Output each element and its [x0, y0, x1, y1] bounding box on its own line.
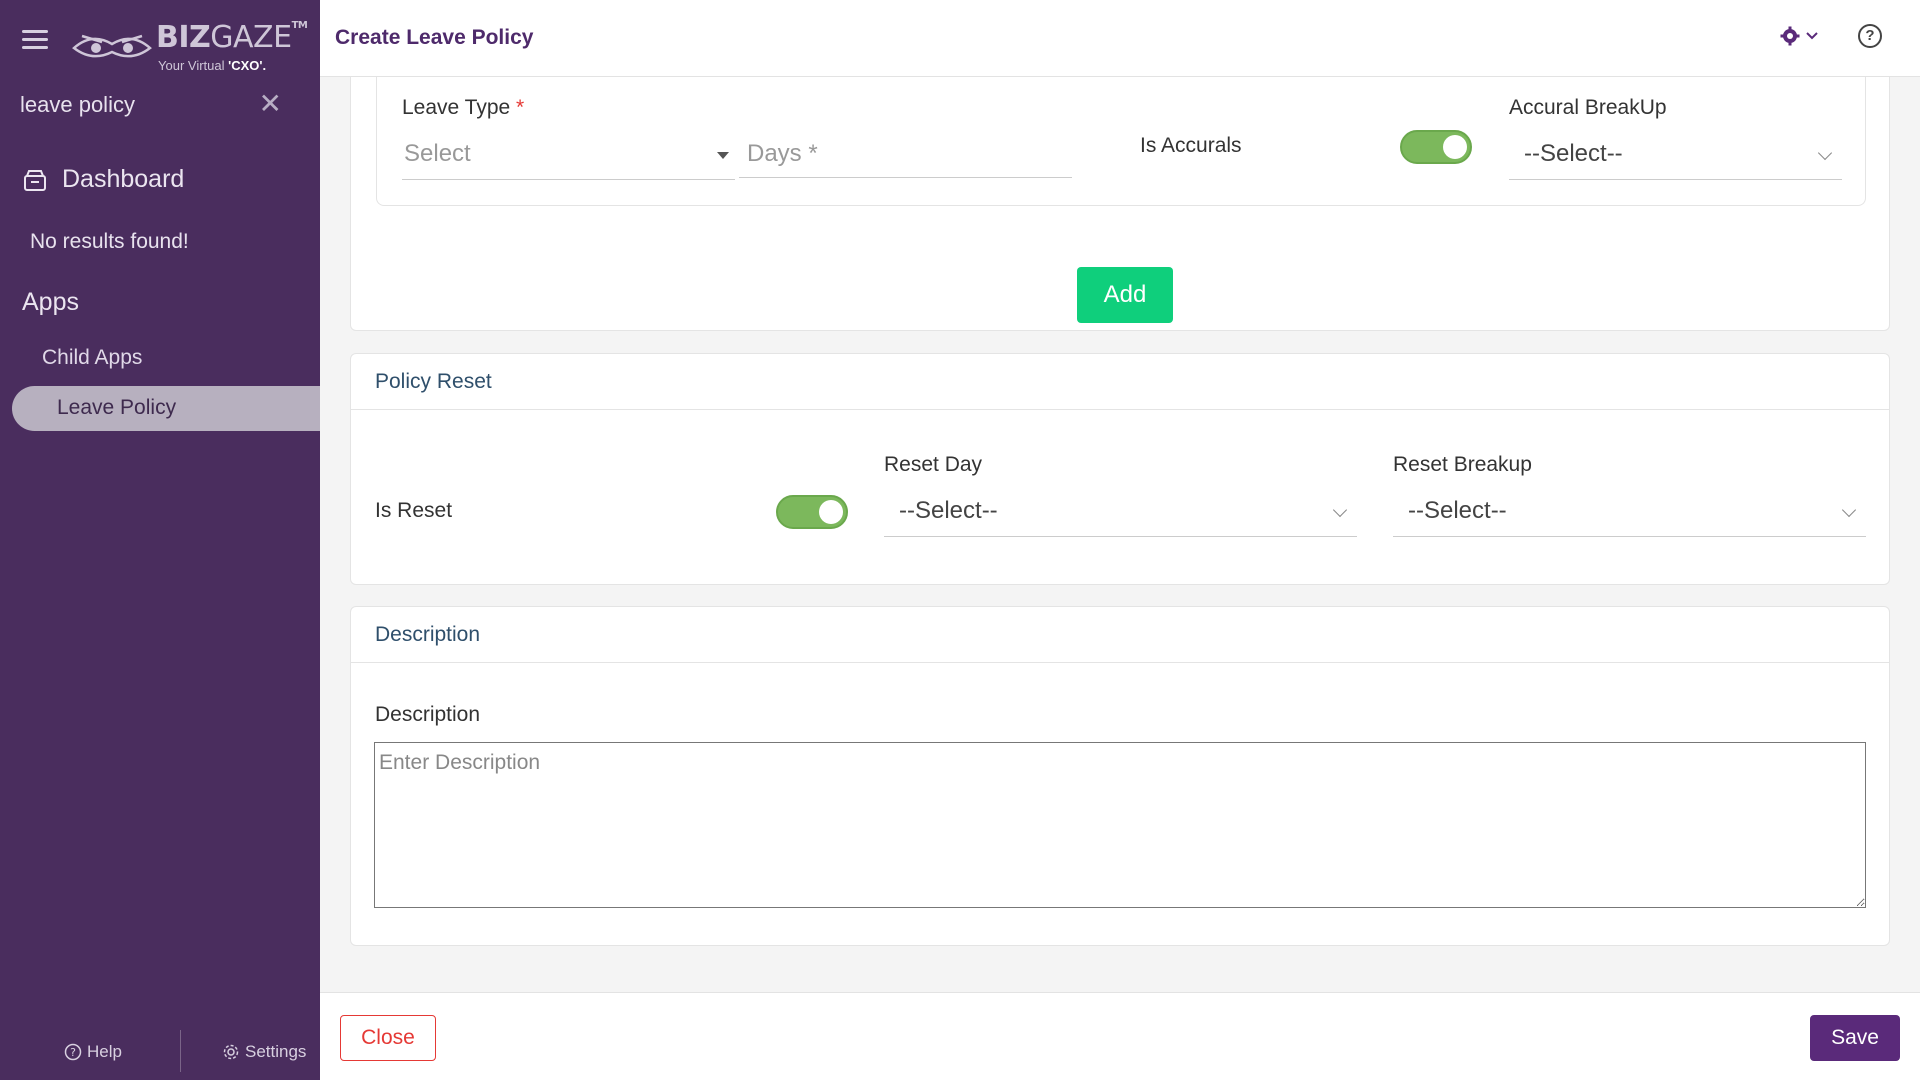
reset-breakup-label: Reset Breakup	[1393, 453, 1532, 476]
brand-name-bold: BIZ	[156, 20, 211, 55]
settings-link[interactable]: Settings	[222, 1042, 306, 1062]
sidebar-section-apps: Apps	[22, 288, 79, 316]
reset-day-select[interactable]: --Select--	[884, 487, 1357, 537]
sidebar-item-child-apps[interactable]: Child Apps	[42, 346, 142, 370]
description-card: Description Description	[350, 606, 1890, 946]
leave-type-label-text: Leave Type	[402, 96, 511, 119]
close-button[interactable]: Close	[340, 1015, 436, 1061]
leave-type-card: Leave Type * Select Is Accurals Accural …	[350, 77, 1890, 331]
is-accurals-label: Is Accurals	[1140, 134, 1242, 157]
chevron-down-icon	[1841, 502, 1857, 518]
settings-label: Settings	[245, 1042, 307, 1061]
help-icon[interactable]: ?	[1858, 24, 1882, 48]
page-header: Create Leave Policy ?	[320, 0, 1920, 77]
description-heading: Description	[375, 623, 481, 646]
search-empty-message: No results found!	[30, 230, 189, 253]
leave-type-label: Leave Type *	[402, 96, 524, 120]
accural-breakup-select[interactable]: --Select--	[1509, 130, 1842, 180]
days-input[interactable]	[739, 130, 1072, 178]
is-reset-label: Is Reset	[375, 499, 453, 522]
accural-breakup-label: Accural BreakUp	[1509, 96, 1667, 119]
policy-reset-header: Policy Reset	[351, 354, 1889, 410]
caret-down-icon	[717, 152, 729, 159]
reset-day-label: Reset Day	[884, 453, 983, 476]
leave-type-value: Select	[404, 140, 471, 167]
policy-reset-card: Policy Reset Is Reset Reset Day --Select…	[350, 353, 1890, 585]
policy-reset-heading: Policy Reset	[375, 370, 492, 393]
leave-type-select[interactable]: Select	[402, 130, 735, 180]
help-icon: ?	[64, 1043, 82, 1061]
sidebar-item-leave-policy[interactable]: Leave Policy	[12, 386, 320, 431]
brand-trademark: TM	[291, 20, 308, 31]
brand-logo[interactable]: BIZGAZETM Your Virtual 'CXO'.	[72, 18, 308, 73]
description-label: Description	[375, 703, 481, 726]
brand-tagline: Your Virtual 'CXO'.	[158, 58, 266, 73]
toggle-knob	[819, 500, 843, 524]
brand-name-light: GAZE	[210, 20, 292, 55]
owl-logo-icon	[72, 34, 152, 58]
is-reset-toggle[interactable]	[776, 495, 848, 529]
brand-name: BIZGAZETM	[156, 20, 308, 55]
clear-search-icon[interactable]: ✕	[259, 90, 282, 118]
chevron-down-icon	[1332, 502, 1348, 518]
help-label: Help	[87, 1042, 122, 1061]
form-content: Leave Type * Select Is Accurals Accural …	[320, 77, 1920, 992]
brand-tagline-cxo: 'CXO'.	[228, 58, 267, 73]
sidebar-footer: ? Help Settings	[0, 1024, 320, 1080]
sidebar-item-label: Dashboard	[62, 165, 185, 193]
gear-icon	[1780, 26, 1800, 46]
reset-breakup-select[interactable]: --Select--	[1393, 487, 1866, 537]
accural-breakup-value: --Select--	[1524, 140, 1623, 167]
is-accurals-toggle[interactable]	[1400, 130, 1472, 164]
chevron-down-icon	[1817, 145, 1833, 161]
reset-breakup-value: --Select--	[1408, 497, 1507, 524]
page-title: Create Leave Policy	[335, 26, 534, 49]
description-textarea[interactable]	[374, 742, 1866, 908]
sidebar-item-dashboard[interactable]: Dashboard	[22, 165, 184, 194]
chevron-down-icon	[1806, 32, 1818, 40]
add-button[interactable]: Add	[1077, 267, 1173, 323]
settings-dropdown[interactable]	[1780, 26, 1818, 46]
svg-text:?: ?	[70, 1046, 76, 1059]
sidebar-search[interactable]: leave policy ✕	[20, 86, 310, 122]
description-header: Description	[351, 607, 1889, 663]
footer-divider	[180, 1030, 181, 1072]
help-link[interactable]: ? Help	[64, 1042, 122, 1062]
sidebar-search-input[interactable]: leave policy	[20, 92, 135, 118]
form-footer: Close Save	[320, 992, 1920, 1080]
required-mark: *	[516, 96, 525, 119]
gear-icon	[223, 1044, 239, 1060]
menu-toggle-icon[interactable]	[22, 30, 48, 50]
sidebar: BIZGAZETM Your Virtual 'CXO'. leave poli…	[0, 0, 320, 1080]
reset-day-value: --Select--	[899, 497, 998, 524]
save-button[interactable]: Save	[1810, 1015, 1900, 1061]
brand-tagline-text: Your Virtual	[158, 58, 225, 73]
leave-type-row: Leave Type * Select Is Accurals Accural …	[376, 77, 1866, 206]
dashboard-icon	[24, 169, 46, 191]
toggle-knob	[1443, 135, 1467, 159]
